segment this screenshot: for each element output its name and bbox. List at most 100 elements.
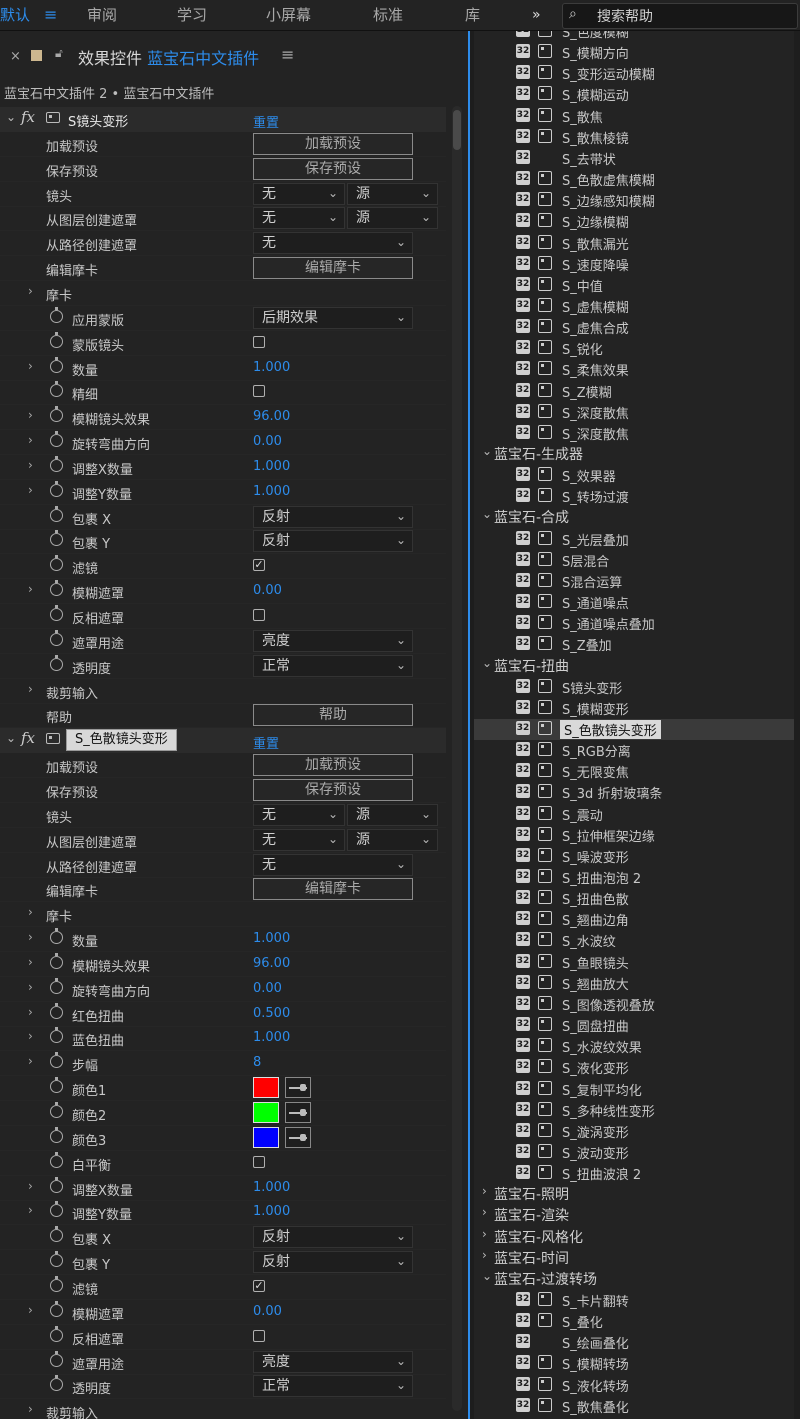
- effect-header-row[interactable]: ⌄ fx S_色散镜头变形 重置: [0, 728, 446, 754]
- workspace-tab-learn[interactable]: 学习: [177, 0, 207, 30]
- property-dropdown[interactable]: 亮度 ⌄: [253, 629, 413, 652]
- effect-item[interactable]: 32 S_液化变形: [474, 1057, 794, 1078]
- effect-item[interactable]: 32 S_扭曲泡泡 2: [474, 867, 794, 888]
- stopwatch-icon[interactable]: [50, 1052, 63, 1069]
- expand-chevron-icon[interactable]: ›: [28, 483, 33, 497]
- effect-item[interactable]: 32 S_散焦棱镜: [474, 127, 794, 148]
- stopwatch-icon[interactable]: [50, 952, 63, 969]
- property-dropdown[interactable]: 无 ⌄: [253, 828, 345, 851]
- property-value[interactable]: 1.000: [253, 931, 290, 946]
- chevron-down-icon[interactable]: ⌄: [482, 656, 492, 670]
- property-dropdown[interactable]: 无 ⌄: [253, 232, 413, 255]
- property-button[interactable]: 帮助: [253, 704, 413, 727]
- stopwatch-icon[interactable]: [50, 1126, 63, 1143]
- property-value[interactable]: 1.000: [253, 1204, 290, 1219]
- stopwatch-icon[interactable]: [50, 580, 63, 597]
- stopwatch-icon[interactable]: [50, 381, 63, 398]
- effect-category[interactable]: › 蓝宝石-渲染: [474, 1205, 794, 1226]
- stopwatch-icon[interactable]: [50, 1325, 63, 1342]
- effects-scrollbar[interactable]: [794, 31, 800, 1419]
- stopwatch-icon[interactable]: [50, 1002, 63, 1019]
- workspace-tab-default[interactable]: 默认: [0, 0, 30, 30]
- property-value[interactable]: 0.00: [253, 1304, 282, 1319]
- close-icon[interactable]: ×: [10, 49, 21, 64]
- collapse-chevron-icon[interactable]: ⌄: [6, 731, 16, 745]
- effect-header-row[interactable]: ⌄ fx S镜头变形 重置: [0, 107, 446, 132]
- property-dropdown[interactable]: 后期效果 ⌄: [253, 306, 413, 329]
- effect-category[interactable]: › 蓝宝石-风格化: [474, 1227, 794, 1248]
- property-dropdown[interactable]: 反射 ⌄: [253, 1226, 413, 1249]
- property-value[interactable]: 0.00: [253, 981, 282, 996]
- stopwatch-icon[interactable]: [50, 431, 63, 448]
- effect-item[interactable]: 32 S_水波纹: [474, 930, 794, 951]
- property-value[interactable]: 96.00: [253, 956, 290, 971]
- stopwatch-icon[interactable]: [50, 306, 63, 323]
- effect-item[interactable]: 32 S_液化转场: [474, 1375, 794, 1396]
- effect-item[interactable]: 32 S_转场过渡: [474, 486, 794, 507]
- stopwatch-icon[interactable]: [50, 331, 63, 348]
- property-value[interactable]: 1.000: [253, 459, 290, 474]
- effect-item[interactable]: 32 S_圆盘扭曲: [474, 1015, 794, 1036]
- stopwatch-icon[interactable]: [50, 1300, 63, 1317]
- property-value[interactable]: 8: [253, 1055, 261, 1070]
- fx-toggle-icon[interactable]: fx: [21, 108, 35, 126]
- panel-scrollbar[interactable]: [452, 106, 462, 1411]
- effect-category[interactable]: › 蓝宝石-时间: [474, 1248, 794, 1269]
- effect-item[interactable]: 32 S_复制平均化: [474, 1079, 794, 1100]
- effect-item[interactable]: 32 S_深度散焦: [474, 402, 794, 423]
- effect-category[interactable]: ⌄ 蓝宝石-生成器: [474, 444, 794, 465]
- effect-item[interactable]: 32 S_模糊方向: [474, 42, 794, 63]
- expand-chevron-icon[interactable]: ›: [28, 980, 33, 994]
- expand-chevron-icon[interactable]: ›: [28, 1029, 33, 1043]
- collapse-chevron-icon[interactable]: ⌄: [6, 110, 16, 124]
- effect-item[interactable]: 32 S_变形运动模糊: [474, 63, 794, 84]
- workspace-tab-small-screen[interactable]: 小屏幕: [266, 0, 311, 30]
- expand-chevron-icon[interactable]: ›: [28, 1402, 33, 1416]
- stopwatch-icon[interactable]: [50, 455, 63, 472]
- expand-chevron-icon[interactable]: ›: [28, 582, 33, 596]
- effect-item[interactable]: 32 S_散焦叠化: [474, 1396, 794, 1417]
- expand-chevron-icon[interactable]: ›: [28, 905, 33, 919]
- effect-item[interactable]: 32 S_通道噪点叠加: [474, 613, 794, 634]
- stopwatch-icon[interactable]: [50, 1275, 63, 1292]
- property-checkbox[interactable]: [253, 335, 265, 348]
- property-button[interactable]: 保存预设: [253, 157, 413, 180]
- color-swatch[interactable]: [253, 1102, 279, 1123]
- effect-item[interactable]: 32 S_震动: [474, 804, 794, 825]
- stopwatch-icon[interactable]: [50, 1176, 63, 1193]
- stopwatch-icon[interactable]: [50, 928, 63, 945]
- color-swatch[interactable]: [253, 1126, 279, 1148]
- stopwatch-icon[interactable]: [50, 480, 63, 497]
- effect-item[interactable]: 32 S_模糊转场: [474, 1353, 794, 1374]
- property-dropdown[interactable]: 正常 ⌄: [253, 654, 413, 677]
- chevron-right-icon[interactable]: ›: [482, 1184, 487, 1198]
- scrollbar-thumb[interactable]: [453, 110, 461, 150]
- effect-item[interactable]: 32 S_深度散焦: [474, 423, 794, 444]
- chevron-down-icon[interactable]: ⌄: [482, 1269, 492, 1283]
- property-button[interactable]: 加载预设: [253, 754, 413, 777]
- effect-item[interactable]: 32 S_扭曲色散: [474, 888, 794, 909]
- effect-item[interactable]: 32 S_中值: [474, 275, 794, 296]
- stopwatch-icon[interactable]: [50, 605, 63, 621]
- eyedropper-icon[interactable]: [285, 1102, 311, 1123]
- property-dropdown[interactable]: 反射 ⌄: [253, 505, 413, 528]
- stopwatch-icon[interactable]: [50, 505, 63, 522]
- effect-item[interactable]: 32 S_扭曲波浪 2: [474, 1163, 794, 1184]
- effect-item[interactable]: 32 S_图像透视叠放: [474, 994, 794, 1015]
- stopwatch-icon[interactable]: [50, 1151, 63, 1168]
- property-dropdown[interactable]: 无 ⌄: [253, 207, 345, 230]
- expand-chevron-icon[interactable]: ›: [28, 433, 33, 447]
- stopwatch-icon[interactable]: [50, 530, 63, 547]
- stopwatch-icon[interactable]: [50, 1226, 63, 1243]
- stopwatch-icon[interactable]: [50, 356, 63, 373]
- more-workspaces-icon[interactable]: »: [532, 0, 541, 30]
- effect-item[interactable]: 32 S_无限变焦: [474, 761, 794, 782]
- property-dropdown[interactable]: 亮度 ⌄: [253, 1350, 413, 1373]
- effect-item[interactable]: 32 S_鱼眼镜头: [474, 952, 794, 973]
- eyedropper-icon[interactable]: [285, 1126, 311, 1148]
- effect-category[interactable]: ⌄ 蓝宝石-过渡转场: [474, 1269, 794, 1290]
- panel-plugin-name[interactable]: 蓝宝石中文插件: [147, 49, 259, 68]
- effect-item[interactable]: 32 S_虚焦合成: [474, 317, 794, 338]
- effect-item[interactable]: 32 S镜头变形: [474, 677, 794, 698]
- effect-item[interactable]: 32 S_漩涡变形: [474, 1121, 794, 1142]
